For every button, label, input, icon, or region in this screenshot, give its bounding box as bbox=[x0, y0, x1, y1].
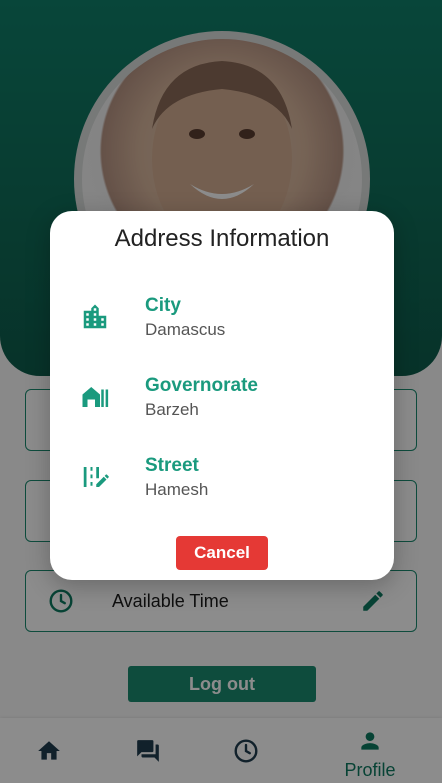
address-row-city: City Damascus bbox=[50, 295, 394, 355]
row-value: Damascus bbox=[145, 320, 226, 339]
governorate-icon bbox=[82, 387, 109, 407]
row-label: City bbox=[145, 295, 181, 316]
row-value: Hamesh bbox=[145, 480, 209, 499]
street-icon bbox=[83, 467, 109, 487]
city-icon bbox=[83, 304, 107, 329]
address-row-governorate: Governorate Barzeh bbox=[50, 375, 394, 435]
cancel-button[interactable]: Cancel bbox=[176, 536, 268, 570]
row-label: Governorate bbox=[145, 375, 258, 396]
dialog-title: Address Information bbox=[114, 225, 330, 252]
address-dialog: Address Information City Damascus Govern… bbox=[50, 211, 394, 580]
row-label: Street bbox=[145, 455, 199, 476]
address-row-street: Street Hamesh bbox=[50, 455, 394, 515]
row-value: Barzeh bbox=[145, 400, 199, 419]
